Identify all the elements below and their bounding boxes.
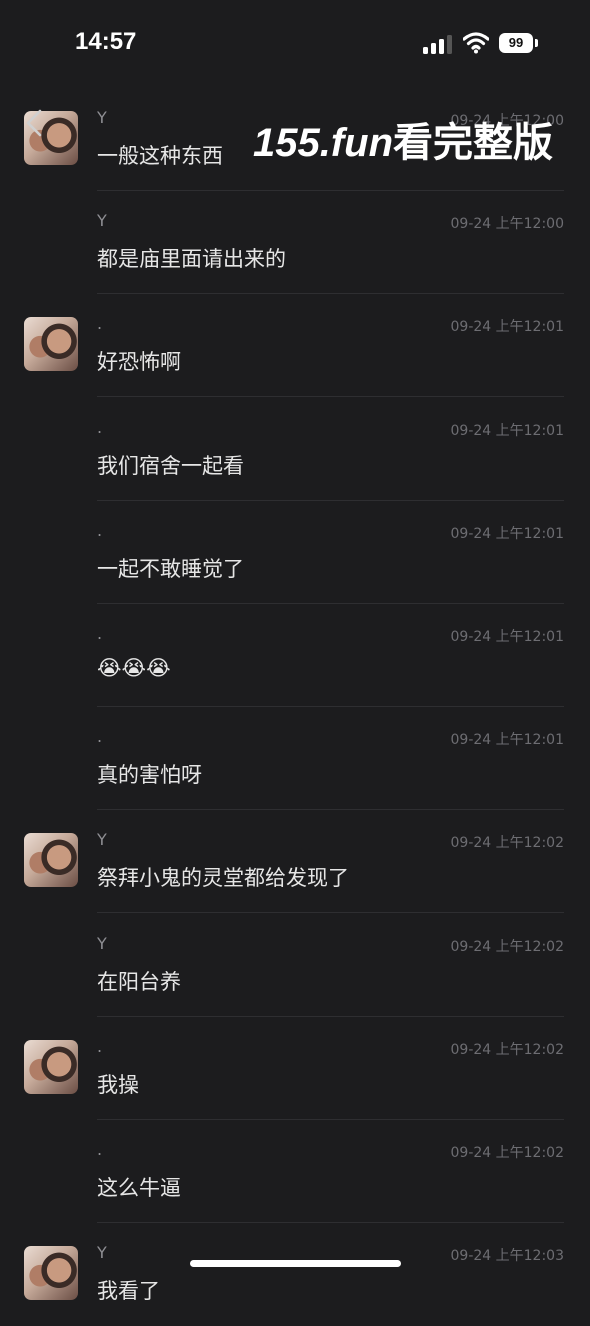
avatar[interactable]: [24, 833, 78, 887]
watermark-domain: 155.fun: [253, 121, 394, 165]
divider: [97, 396, 564, 397]
message-timestamp: 09-24 上午12:01: [450, 629, 564, 645]
message-timestamp: 09-24 上午12:01: [450, 526, 564, 542]
divider: [97, 912, 564, 913]
avatar[interactable]: [24, 317, 78, 371]
watermark-text: 看完整版: [393, 121, 554, 165]
message-row[interactable]: . 09-24 上午12:01 我们宿舍一起看: [0, 398, 590, 501]
message-sender: Y: [97, 1243, 107, 1262]
message-row[interactable]: . 09-24 上午12:02 我操: [0, 1017, 590, 1120]
message-row[interactable]: . 09-24 上午12:02 这么牛逼: [0, 1120, 590, 1223]
message-text: 祭拜小鬼的灵堂都给发现了: [97, 866, 349, 890]
chevron-left-icon[interactable]: [23, 108, 45, 138]
message-sender: Y: [97, 830, 107, 849]
message-row[interactable]: . 09-24 上午12:01 真的害怕呀: [0, 707, 590, 810]
message-sender: Y: [97, 211, 107, 230]
message-sender: Y: [97, 934, 107, 953]
battery-level: 99: [508, 35, 524, 50]
message-sender: .: [97, 727, 103, 746]
battery-icon: 99: [499, 33, 539, 53]
message-timestamp: 09-24 上午12:02: [450, 939, 564, 955]
watermark-banner: 155.fun看完整版: [253, 117, 553, 169]
home-indicator[interactable]: [190, 1260, 401, 1267]
message-text: 在阳台养: [97, 970, 181, 994]
message-row[interactable]: . 09-24 上午12:01 😭😭😭: [0, 604, 590, 707]
message-sender: .: [97, 521, 103, 540]
message-timestamp: 09-24 上午12:01: [450, 319, 564, 335]
message-row[interactable]: Y 09-24 上午12:02 在阳台养: [0, 914, 590, 1017]
message-text: 这么牛逼: [97, 1176, 181, 1200]
message-text: 一起不敢睡觉了: [97, 557, 244, 581]
wifi-icon: [463, 32, 489, 54]
message-row[interactable]: . 09-24 上午12:01 一起不敢睡觉了: [0, 501, 590, 604]
message-text: 一般这种东西: [97, 144, 223, 168]
avatar[interactable]: [24, 1246, 78, 1300]
message-text: 真的害怕呀: [97, 763, 202, 787]
message-timestamp: 09-24 上午12:02: [450, 1145, 564, 1161]
message-timestamp: 09-24 上午12:01: [450, 423, 564, 439]
avatar[interactable]: [24, 1040, 78, 1094]
message-timestamp: 09-24 上午12:02: [450, 835, 564, 851]
message-text: 我操: [97, 1073, 139, 1097]
status-time: 14:57: [75, 28, 137, 55]
message-row[interactable]: . 09-24 上午12:01 好恐怖啊: [0, 294, 590, 397]
message-text: 都是庙里面请出来的: [97, 247, 286, 271]
cellular-signal-icon: [423, 35, 452, 54]
message-row[interactable]: Y 09-24 上午12:02 祭拜小鬼的灵堂都给发现了: [0, 810, 590, 913]
message-text: 😭😭😭: [97, 656, 171, 680]
message-sender: .: [97, 1140, 103, 1159]
status-bar: 14:57 99: [0, 0, 590, 88]
message-sender: .: [97, 624, 103, 643]
message-sender: .: [97, 314, 103, 333]
message-timestamp: 09-24 上午12:01: [450, 732, 564, 748]
message-text: 我们宿舍一起看: [97, 454, 244, 478]
message-sender: .: [97, 1037, 103, 1056]
message-sender: Y: [97, 108, 107, 127]
message-timestamp: 09-24 上午12:00: [450, 216, 564, 232]
message-timestamp: 09-24 上午12:02: [450, 1042, 564, 1058]
message-timestamp: 09-24 上午12:03: [450, 1248, 564, 1264]
message-row[interactable]: Y 09-24 上午12:00 都是庙里面请出来的: [0, 191, 590, 294]
message-text: 好恐怖啊: [97, 350, 181, 374]
message-row[interactable]: Y 09-24 上午12:03 我看了: [0, 1223, 590, 1326]
message-sender: .: [97, 418, 103, 437]
